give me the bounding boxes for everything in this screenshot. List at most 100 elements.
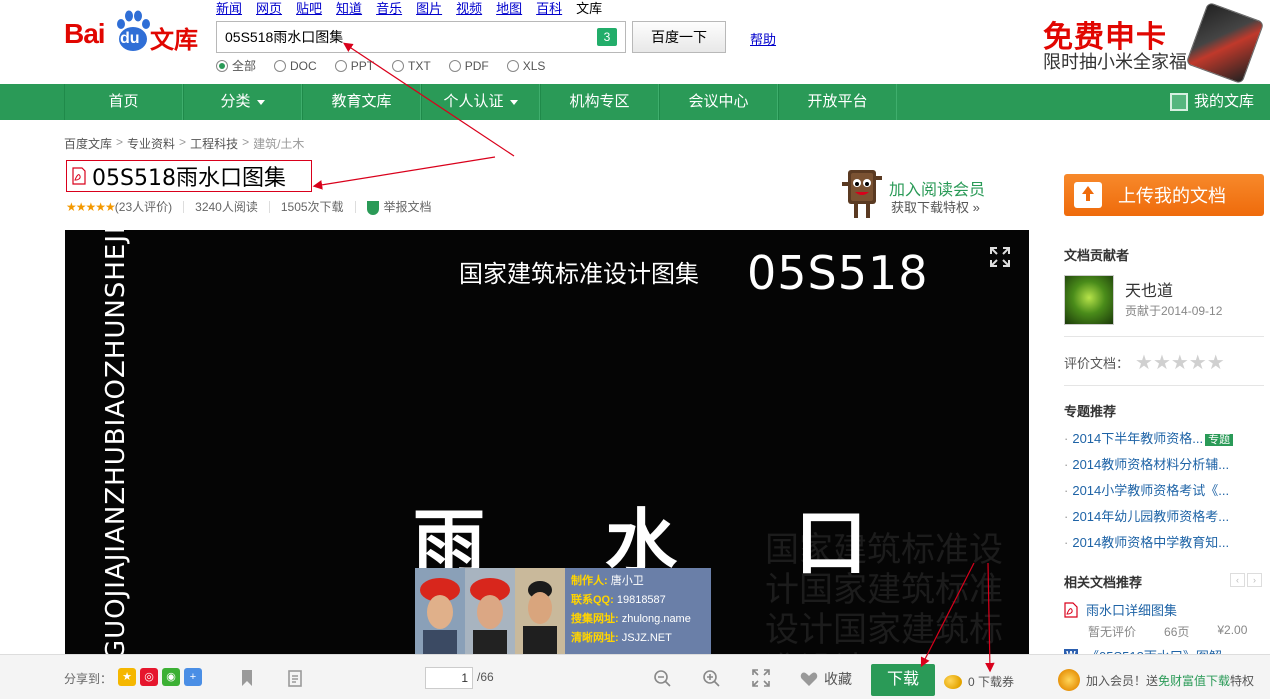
list-item[interactable]: 2014年幼儿园教师资格考... xyxy=(1064,506,1264,532)
document-viewer[interactable]: 国家建筑标准设计国家建筑标准设计国家建筑标准设计 国家建筑标准设计图集 05S5… xyxy=(65,230,1029,654)
section-heading: 文档贡献者 xyxy=(1064,248,1130,263)
filetype-label: 全部 xyxy=(232,59,257,73)
list-item[interactable]: 2014下半年教师资格...专题 xyxy=(1064,428,1264,454)
collect-button[interactable]: 收藏 xyxy=(800,669,852,689)
weibo-icon[interactable]: ◎ xyxy=(140,668,158,686)
radio-checked-icon[interactable] xyxy=(216,59,228,72)
filetype-label: PDF xyxy=(464,58,489,73)
nav-home[interactable]: 首页 xyxy=(64,84,183,120)
pdf-icon xyxy=(72,167,86,185)
breadcrumb-item[interactable]: 工程科技 xyxy=(190,135,238,152)
filetype-all[interactable]: 全部 xyxy=(216,57,256,74)
download-button[interactable]: 下载 xyxy=(871,664,935,696)
logo-text-du: du xyxy=(120,30,140,47)
zoom-out-icon[interactable] xyxy=(653,669,671,687)
pager-prev-button[interactable]: ‹ xyxy=(1230,573,1245,587)
maker-photos xyxy=(415,568,565,654)
vip-promo[interactable]: 加入阅读会员 获取下载特权 » xyxy=(838,166,1008,224)
topnav-zhidao[interactable]: 知道 xyxy=(336,0,362,17)
help-link[interactable]: 帮助 xyxy=(750,29,776,48)
ad-subtitle: 限时抽小米全家福 xyxy=(1043,52,1187,72)
baidu-wenku-logo[interactable]: Bai du 文库 xyxy=(64,8,204,54)
list-item[interactable]: 2014小学教师资格考试《... xyxy=(1064,480,1264,506)
report-link[interactable]: 举报文档 xyxy=(366,198,432,215)
vip-note-text: 加入会员！送 xyxy=(1086,673,1159,688)
ad-banner[interactable]: 免费申卡 限时抽小米全家福 xyxy=(1043,1,1265,85)
topic-link[interactable]: 2014教师资格材料分析辅... xyxy=(1072,457,1229,472)
radio-icon[interactable] xyxy=(334,59,347,72)
filetype-pdf[interactable]: PDF xyxy=(448,57,489,74)
topic-link[interactable]: 2014小学教师资格考试《... xyxy=(1072,483,1229,498)
my-library-link[interactable]: 我的文库 xyxy=(1169,84,1254,120)
upload-label: 上传我的文档 xyxy=(1118,186,1226,206)
contributor-name[interactable]: 天也道 xyxy=(1125,277,1173,301)
list-item[interactable]: 2014教师资格材料分析辅... xyxy=(1064,454,1264,480)
heart-icon xyxy=(800,672,818,686)
rate-stars-input[interactable]: ★★★★★ xyxy=(1135,350,1225,375)
header: Bai du 文库 新闻 网页 贴吧 知道 音乐 图片 视频 地图 百科 文库 … xyxy=(0,0,1270,85)
zoom-in-icon[interactable] xyxy=(702,669,720,687)
page-number-input[interactable]: 1 xyxy=(425,667,473,689)
topic-link[interactable]: 2014教师资格中学教育知... xyxy=(1072,535,1229,550)
related-doc-link[interactable]: 雨水口详细图集 xyxy=(1086,600,1177,619)
nav-label: 分类 xyxy=(220,93,251,110)
topnav-baike[interactable]: 百科 xyxy=(536,0,562,17)
search-input[interactable] xyxy=(217,22,587,52)
related-doc-pages: 66页 xyxy=(1164,625,1190,639)
breadcrumb-item[interactable]: 建筑/土木 xyxy=(253,135,304,152)
rate-document: 评价文档： ★★★★★ xyxy=(1064,350,1264,375)
topnav-video[interactable]: 视频 xyxy=(456,0,482,17)
download-count: 1505次下载 xyxy=(280,200,344,214)
related-doc-meta: 暂无评价 66页 ¥2.00 xyxy=(1088,623,1264,640)
qzone-star-icon[interactable]: ★ xyxy=(118,668,136,686)
vip-join-note[interactable]: 加入会员！送 免财富值下载 特权 xyxy=(1058,669,1254,691)
upload-document-button[interactable]: 上传我的文档 xyxy=(1064,174,1264,216)
nav-category[interactable]: 分类 xyxy=(183,84,302,120)
avatar[interactable] xyxy=(1064,275,1114,325)
list-item[interactable]: 雨水口详细图集 xyxy=(1064,600,1264,619)
rating-count: (23人评价) xyxy=(114,200,173,214)
rate-label: 评价文档： xyxy=(1064,356,1130,371)
radio-icon[interactable] xyxy=(448,59,461,72)
clipboard-icon[interactable] xyxy=(286,669,304,687)
topnav-news[interactable]: 新闻 xyxy=(216,0,242,17)
pdf-icon xyxy=(1064,601,1078,618)
breadcrumb-item[interactable]: 百度文库 xyxy=(64,135,112,152)
topnav-map[interactable]: 地图 xyxy=(496,0,522,17)
radio-icon[interactable] xyxy=(274,59,287,72)
topnav-images[interactable]: 图片 xyxy=(416,0,442,17)
fullscreen-icon[interactable] xyxy=(752,669,770,687)
nav-meeting[interactable]: 会议中心 xyxy=(659,84,778,120)
wechat-icon[interactable]: ◉ xyxy=(162,668,180,686)
filetype-txt[interactable]: TXT xyxy=(392,57,431,74)
filetype-ppt[interactable]: PPT xyxy=(334,57,374,74)
book-mascot-icon xyxy=(842,170,882,218)
credit-card-image xyxy=(1185,1,1265,85)
topic-link[interactable]: 2014年幼儿园教师资格考... xyxy=(1072,509,1229,524)
topnav-music[interactable]: 音乐 xyxy=(376,0,402,17)
viewer-heading: 国家建筑标准设计图集 xyxy=(459,260,699,288)
more-share-icon[interactable]: + xyxy=(184,668,202,686)
bookmark-icon[interactable] xyxy=(238,669,256,687)
search-button[interactable]: 百度一下 xyxy=(632,21,726,53)
topic-link[interactable]: 2014下半年教师资格... xyxy=(1072,431,1203,446)
nav-personal-cert[interactable]: 个人认证 xyxy=(421,84,540,120)
pager-next-button[interactable]: › xyxy=(1247,573,1262,587)
main-nav: 首页 分类 教育文库 个人认证 机构专区 会议中心 开放平台 我的文库 xyxy=(0,84,1270,120)
list-item[interactable]: 2014教师资格中学教育知... xyxy=(1064,532,1264,558)
breadcrumb-separator: > xyxy=(116,135,124,149)
breadcrumb-item[interactable]: 专业资料 xyxy=(127,135,175,152)
nav-open-platform[interactable]: 开放平台 xyxy=(778,84,897,120)
contributor-section-title: 文档贡献者 xyxy=(1064,245,1264,264)
nav-education[interactable]: 教育文库 xyxy=(302,84,421,120)
vip-subtitle: 获取下载特权 » xyxy=(891,200,980,215)
filetype-doc[interactable]: DOC xyxy=(274,57,317,74)
nav-institution[interactable]: 机构专区 xyxy=(540,84,659,120)
download-coupon: 0 下载券 xyxy=(944,673,1014,690)
radio-icon[interactable] xyxy=(392,59,405,72)
radio-icon[interactable] xyxy=(506,59,519,72)
topnav-web[interactable]: 网页 xyxy=(256,0,282,17)
topnav-tieba[interactable]: 贴吧 xyxy=(296,0,322,17)
fullscreen-icon[interactable] xyxy=(989,246,1011,268)
filetype-xls[interactable]: XLS xyxy=(506,57,545,74)
